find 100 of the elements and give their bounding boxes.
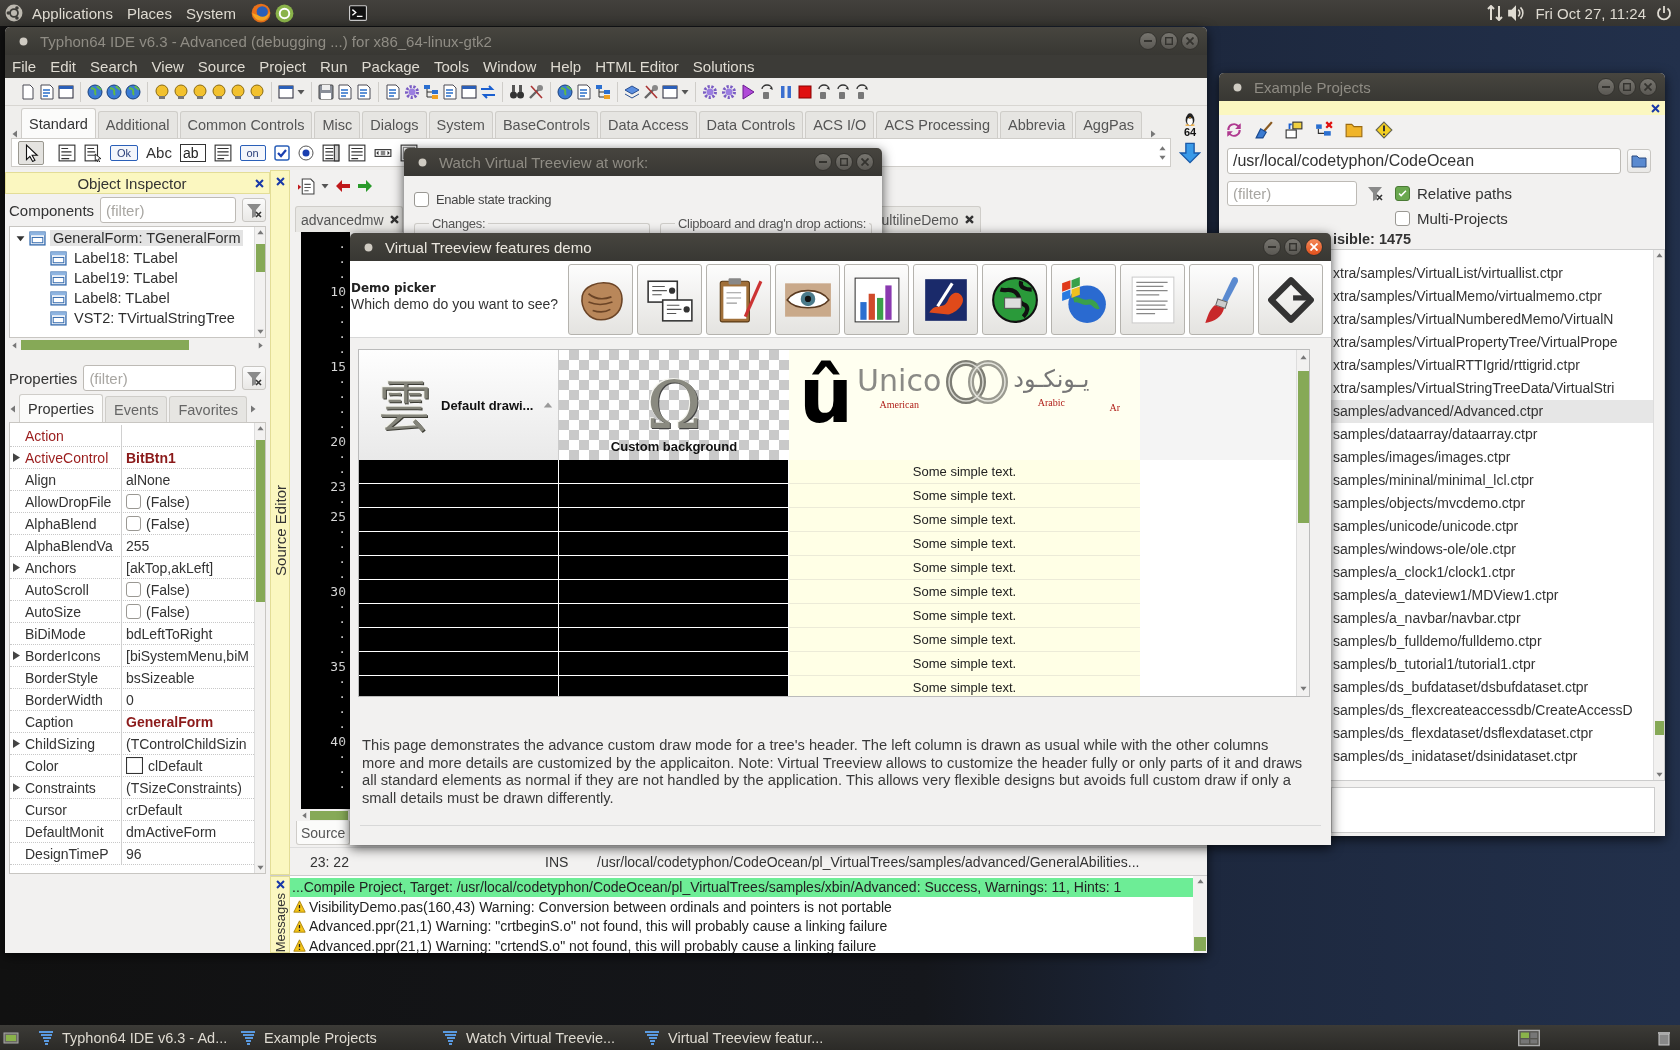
filter-field[interactable]: (filter) <box>1227 180 1357 206</box>
palette-tab[interactable]: ACS Processing <box>876 111 998 138</box>
checkbox[interactable] <box>414 192 429 207</box>
step-icon[interactable] <box>854 83 870 100</box>
maximize-button[interactable] <box>835 153 853 171</box>
window-icon[interactable] <box>662 83 678 100</box>
scroll-thumb[interactable] <box>255 440 265 602</box>
document-icon[interactable] <box>385 83 401 100</box>
speaker-icon[interactable] <box>1507 4 1526 22</box>
step-icon[interactable] <box>759 83 775 100</box>
text-field[interactable] <box>1331 787 1655 833</box>
checkbox-icon[interactable] <box>273 144 290 161</box>
menu-item[interactable]: Search <box>83 58 145 75</box>
folder-icon[interactable] <box>1345 121 1363 139</box>
property-value[interactable]: clDefault <box>148 757 203 774</box>
palette-tab[interactable]: BaseControls <box>494 111 598 138</box>
arrow-right-icon[interactable] <box>357 178 373 194</box>
tree-item[interactable]: VST2: TVirtualStringTree <box>71 310 238 326</box>
tree-item[interactable]: GeneralForm: TGeneralForm <box>50 230 244 246</box>
column-header[interactable]: Ω Custom background <box>559 350 789 460</box>
checkbox[interactable] <box>1395 210 1410 226</box>
property-value[interactable]: 0 <box>126 691 134 708</box>
close-button[interactable] <box>1305 238 1323 256</box>
arrow-down-icon[interactable] <box>1299 685 1307 692</box>
bulb-icon[interactable] <box>230 83 246 100</box>
layers-icon[interactable] <box>624 83 640 100</box>
tree-icon[interactable] <box>595 83 611 100</box>
pause-icon[interactable] <box>778 83 794 100</box>
bulb-icon[interactable] <box>173 83 189 100</box>
arrow-left-icon[interactable] <box>9 405 17 413</box>
scrollbar[interactable] <box>254 227 265 337</box>
filter-field[interactable]: (filter) <box>83 365 236 391</box>
window-icon[interactable] <box>278 83 294 100</box>
globe-icon[interactable] <box>106 83 122 100</box>
expander-icon[interactable] <box>16 233 25 243</box>
tools-icon[interactable] <box>643 83 659 100</box>
clear-filter-button[interactable] <box>242 198 266 222</box>
menu-item[interactable]: Tools <box>426 58 476 75</box>
maximize-button[interactable] <box>1618 78 1636 96</box>
close-icon[interactable] <box>963 214 975 225</box>
arrow-up-icon[interactable] <box>256 425 264 432</box>
side-panel-label[interactable]: Messages <box>272 893 288 953</box>
path-field[interactable]: /usr/local/codetyphon/CodeOcean <box>1227 148 1621 174</box>
palette-tab[interactable]: Abbrevia <box>999 111 1074 138</box>
clock[interactable]: Fri Oct 27, 11:24 <box>1535 4 1646 22</box>
memo-icon[interactable] <box>347 143 366 162</box>
editor-page-tab[interactable]: Source <box>296 821 351 845</box>
editor-tab[interactable]: advancedmw <box>295 206 403 232</box>
gear-icon[interactable] <box>702 83 718 100</box>
expand-arrow-icon[interactable] <box>13 563 20 572</box>
radio-icon[interactable] <box>297 144 314 161</box>
palette-tab[interactable]: Additional <box>97 111 178 138</box>
arrow-down-icon[interactable] <box>1159 153 1166 161</box>
gear-icon[interactable] <box>404 83 420 100</box>
sample-path[interactable]: samples/advanced/Advanced.ctpr <box>1331 400 1653 423</box>
message-line[interactable]: Advanced.ppr(21,1) Warning: "crtbeginS.o" not found, this will probably cause a linking failure <box>309 918 888 935</box>
minimize-button[interactable] <box>1263 238 1281 256</box>
arrow-up-icon[interactable] <box>1655 252 1663 259</box>
demo-button[interactable] <box>568 264 633 335</box>
document-icon[interactable] <box>576 83 592 100</box>
menu-item[interactable]: Package <box>354 58 427 75</box>
sample-path[interactable]: samples/dataarray/dataarray.ctpr <box>1331 423 1653 446</box>
document-arrow-icon[interactable] <box>298 177 315 195</box>
checkbox[interactable] <box>1395 185 1410 201</box>
close-icon[interactable] <box>1650 102 1661 114</box>
checkbox-label[interactable]: Relative paths <box>1417 184 1513 202</box>
scroll-thumb[interactable] <box>310 810 348 820</box>
property-value[interactable]: [akTop,akLeft] <box>126 559 214 576</box>
tree-delete-icon[interactable] <box>1315 121 1333 139</box>
caret-icon[interactable] <box>681 87 689 96</box>
sample-path[interactable]: samples/mininal/minimal_lcl.ctpr <box>1331 469 1653 492</box>
window-dot-icon[interactable] <box>418 157 427 167</box>
tree-item[interactable]: Label18: TLabel <box>71 250 181 266</box>
menu-item[interactable]: Window <box>475 58 544 75</box>
arrow-left-icon[interactable] <box>11 130 19 138</box>
arrow-left-icon[interactable] <box>11 341 18 349</box>
palette-tab[interactable]: Data Access <box>599 111 697 138</box>
property-value[interactable]: alNone <box>126 471 171 488</box>
tools-icon[interactable] <box>528 83 544 100</box>
step-icon[interactable] <box>816 83 832 100</box>
sample-path[interactable]: samples/ds_bufdataset/dsbufdataset.ctpr <box>1331 676 1653 699</box>
bulb-icon[interactable] <box>154 83 170 100</box>
bulb-icon[interactable] <box>211 83 227 100</box>
expand-arrow-icon[interactable] <box>13 739 20 748</box>
sample-path[interactable]: samples/ds_flexcreateaccessdb/CreateAccessD <box>1331 699 1653 722</box>
message-line[interactable]: VisibilityDemo.pas(160,43) Warning: Conversion between ordinals and pointers is not portable <box>309 898 892 915</box>
taskbar-item[interactable]: Watch Virtual Treevie... <box>436 1029 638 1046</box>
sample-path[interactable]: xtra/samples/VirtualList/virtuallist.ctpr <box>1331 262 1653 285</box>
scrollbar[interactable] <box>1296 350 1309 696</box>
globe-icon[interactable] <box>87 83 103 100</box>
sample-path[interactable]: samples/b_tutorial1/tutorial1.ctpr <box>1331 653 1653 676</box>
broom-icon[interactable] <box>1255 121 1273 139</box>
menu-item[interactable]: File <box>5 58 44 75</box>
tree-icon[interactable] <box>423 83 439 100</box>
sample-path[interactable]: samples/images/images.ctpr <box>1331 446 1653 469</box>
property-value[interactable]: 96 <box>126 845 142 862</box>
window-dot-icon[interactable] <box>1233 82 1242 92</box>
property-value[interactable]: [biSystemMenu,biM <box>126 647 249 664</box>
arrow-right-icon[interactable] <box>1149 130 1157 138</box>
palette-tab[interactable]: System <box>428 111 493 138</box>
